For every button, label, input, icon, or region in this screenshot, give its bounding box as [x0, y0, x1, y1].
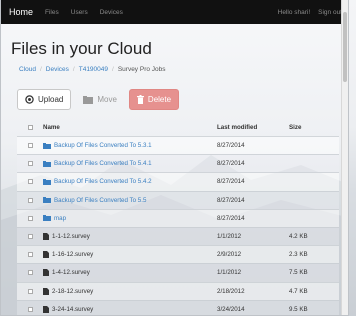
file-icon [43, 251, 49, 259]
row-size: 2.3 KB [289, 251, 308, 259]
table-row[interactable]: 1-1-12.survey 1/1/2012 4.2 KB [17, 226, 339, 246]
table-row[interactable]: 1-4-12.survey 1/1/2012 7.5 KB [17, 263, 339, 282]
table-row[interactable]: map 8/27/2014 [17, 208, 339, 227]
row-last-modified: 1/1/2012 [217, 233, 242, 241]
nav-users[interactable]: Users [71, 9, 88, 16]
row-last-modified: 8/27/2014 [217, 214, 245, 222]
folder-icon [43, 142, 51, 149]
nav-devices[interactable]: Devices [100, 9, 123, 16]
table-body: Backup Of Files Converted To 5.3.1 8/27/2… [17, 136, 339, 315]
nav-signout[interactable]: Sign out [318, 9, 342, 16]
table-row[interactable]: Backup Of Files Converted To 5.5 8/27/201… [17, 190, 339, 209]
toolbar: Upload Move Delete [17, 89, 180, 110]
row-last-modified: 8/27/2014 [217, 196, 245, 204]
file-link[interactable]: 1-1-12.survey [52, 233, 90, 240]
folder-link[interactable]: map [54, 215, 66, 222]
table-row[interactable]: 3-24-14.survey 3/24/2014 9.5 KB [17, 299, 339, 315]
delete-label: Delete [147, 95, 172, 104]
row-last-modified: 8/27/2014 [217, 178, 245, 186]
breadcrumb-cloud[interactable]: Cloud [19, 66, 36, 73]
file-icon [43, 305, 49, 313]
row-checkbox[interactable] [27, 179, 33, 185]
row-size: 4.7 KB [289, 287, 308, 295]
file-icon [43, 287, 49, 295]
file-link[interactable]: 1-16-12.survey [52, 251, 93, 258]
delete-button[interactable]: Delete [128, 89, 180, 110]
app-window: Home Files Users Devices Hello shari! Si… [0, 0, 349, 316]
upload-label: Upload [38, 95, 64, 104]
row-size: 9.5 KB [289, 305, 308, 313]
row-checkbox[interactable] [27, 143, 33, 149]
scrollbar[interactable] [341, 0, 348, 315]
table-row[interactable]: 2-18-12.survey 2/18/2012 4.7 KB [17, 281, 339, 300]
folder-icon [43, 215, 51, 222]
upload-button[interactable]: Upload [17, 89, 72, 110]
header-name[interactable]: Name [43, 124, 217, 131]
header-last-modified[interactable]: Last modified [217, 124, 289, 131]
row-checkbox[interactable] [27, 234, 33, 240]
row-last-modified: 2/9/2012 [217, 251, 242, 259]
row-checkbox[interactable] [27, 270, 33, 276]
nav-greeting[interactable]: Hello shari! [278, 9, 311, 16]
scroll-thumb[interactable] [343, 12, 347, 82]
folder-icon [43, 197, 51, 204]
row-last-modified: 3/24/2014 [217, 305, 245, 313]
breadcrumb-devices[interactable]: Devices [46, 66, 69, 73]
row-checkbox[interactable] [27, 197, 33, 203]
move-button[interactable]: Move [75, 89, 125, 110]
table-header: Name Last modified Size [17, 118, 339, 136]
upload-icon [25, 95, 34, 104]
move-icon [83, 95, 94, 104]
folder-link[interactable]: Backup Of Files Converted To 5.4.1 [54, 160, 152, 167]
row-last-modified: 2/18/2012 [217, 287, 245, 295]
row-checkbox[interactable] [27, 252, 33, 258]
file-link[interactable]: 2-18-12.survey [52, 288, 93, 295]
row-checkbox[interactable] [27, 306, 33, 312]
page-title: Files in your Cloud [11, 39, 152, 58]
folder-link[interactable]: Backup Of Files Converted To 5.3.1 [54, 142, 152, 149]
file-link[interactable]: 3-24-14.survey [52, 306, 93, 313]
row-last-modified: 1/1/2012 [217, 269, 242, 277]
table-row[interactable]: Backup Of Files Converted To 5.3.1 8/27/2… [17, 136, 339, 155]
files-table: Name Last modified Size Backup Of Files … [17, 118, 339, 315]
breadcrumb-device[interactable]: T4190049 [79, 66, 108, 73]
table-row[interactable]: Backup Of Files Converted To 5.4.2 8/27/2… [17, 172, 339, 191]
file-icon [43, 269, 49, 277]
breadcrumb-separator: / [72, 66, 75, 73]
nav-files[interactable]: Files [45, 9, 59, 16]
breadcrumb: Cloud / Devices / T4190049 / Survey Pro … [19, 66, 166, 73]
select-all-checkbox[interactable] [27, 124, 33, 130]
table-row[interactable]: Backup Of Files Converted To 5.4.1 8/27/2… [17, 154, 339, 173]
folder-link[interactable]: Backup Of Files Converted To 5.5 [54, 197, 146, 204]
file-icon [43, 233, 49, 241]
row-checkbox[interactable] [27, 288, 33, 294]
row-size: 7.5 KB [289, 269, 308, 277]
folder-icon [43, 178, 51, 185]
trash-icon [136, 95, 144, 104]
row-last-modified: 8/27/2014 [217, 142, 245, 150]
row-size: 4.2 KB [289, 233, 308, 241]
breadcrumb-separator: / [112, 66, 114, 73]
top-navbar: Home Files Users Devices Hello shari! Si… [1, 0, 348, 24]
move-label: Move [97, 95, 117, 104]
row-checkbox[interactable] [27, 215, 33, 221]
nav-home[interactable]: Home [9, 7, 33, 17]
folder-link[interactable]: Backup Of Files Converted To 5.4.2 [54, 178, 152, 185]
row-checkbox[interactable] [27, 161, 33, 167]
file-link[interactable]: 1-4-12.survey [52, 269, 90, 276]
header-size[interactable]: Size [289, 124, 339, 131]
row-last-modified: 8/27/2014 [217, 160, 245, 168]
breadcrumb-separator: / [39, 66, 42, 73]
breadcrumb-current: Survey Pro Jobs [117, 66, 166, 73]
folder-icon [43, 160, 51, 167]
table-row[interactable]: 1-16-12.survey 2/9/2012 2.3 KB [17, 245, 339, 264]
